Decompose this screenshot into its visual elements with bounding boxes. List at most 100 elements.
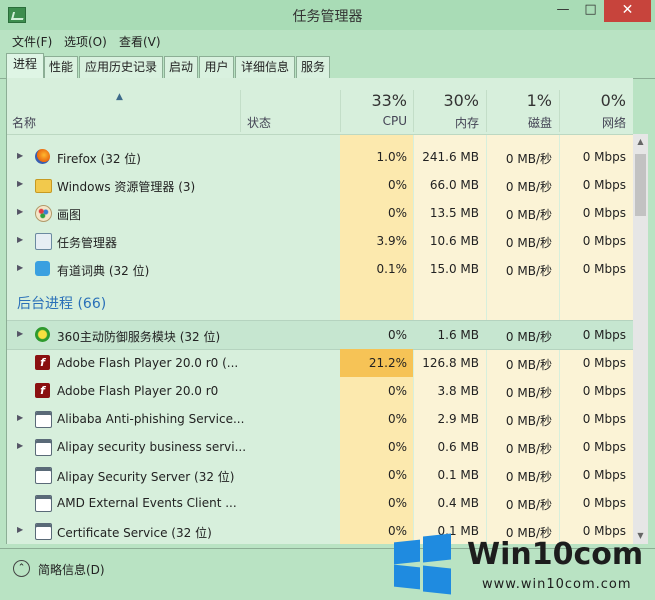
expand-chevron-icon[interactable]: ▶ [17, 441, 23, 450]
process-row[interactable]: ▶ 画图 0% 13.5 MB 0 MB/秒 0 Mbps [7, 199, 633, 227]
network-value: 0 Mbps [582, 356, 626, 370]
process-name: Alipay Security Server (32 位) [57, 470, 235, 484]
memory-value: 15.0 MB [429, 262, 479, 276]
column-status[interactable]: 状态 [247, 114, 271, 131]
title-bar: 任务管理器 — □ ✕ [0, 0, 655, 30]
memory-value: 1.6 MB [437, 328, 479, 342]
network-value: 0 Mbps [582, 206, 626, 220]
column-header: ▲ 名称 状态 33% CPU 30% 内存 1% 磁盘 0% 网络 [7, 78, 633, 135]
flash-icon: f [35, 383, 50, 398]
cpu-value: 0% [387, 468, 407, 482]
process-name: Adobe Flash Player 20.0 r0 (... [57, 356, 239, 370]
memory-value: 241.6 MB [422, 150, 479, 164]
cpu-value: 0% [387, 384, 407, 398]
process-name: Windows 资源管理器 (3) [57, 180, 196, 194]
disk-value: 0 MB/秒 [505, 236, 552, 250]
service-icon [35, 495, 52, 512]
expand-chevron-icon[interactable]: ▶ [17, 207, 23, 216]
process-list: ▲ 名称 状态 33% CPU 30% 内存 1% 磁盘 0% 网络 ▶ Fir… [6, 78, 633, 544]
process-row[interactable]: ▶ 任务管理器 3.9% 10.6 MB 0 MB/秒 0 Mbps [7, 227, 633, 255]
tab-processes[interactable]: 进程 [6, 53, 44, 79]
network-value: 0 Mbps [582, 150, 626, 164]
network-value: 0 Mbps [582, 412, 626, 426]
disk-value: 0 MB/秒 [505, 470, 552, 484]
expand-chevron-icon[interactable]: ▶ [17, 413, 23, 422]
tab-strip: 进程 性能 应用历史记录 启动 用户 详细信息 服务 [0, 52, 655, 79]
column-disk[interactable]: 磁盘 [487, 114, 552, 131]
process-row[interactable]: Alipay Security Server (32 位) 0% 0.1 MB … [7, 461, 633, 489]
column-memory[interactable]: 内存 [415, 114, 479, 131]
cpu-value: 0% [387, 328, 407, 342]
fewer-details-link[interactable]: 简略信息(D) [38, 561, 105, 578]
disk-value: 0 MB/秒 [505, 358, 552, 372]
memory-total-percent: 30% [443, 91, 479, 110]
network-value: 0 Mbps [582, 496, 626, 510]
column-cpu[interactable]: CPU [343, 114, 407, 128]
cpu-value: 0% [387, 206, 407, 220]
service-icon [35, 439, 52, 456]
chevron-up-icon[interactable]: ⌃ [13, 560, 30, 577]
memory-value: 126.8 MB [422, 356, 479, 370]
menu-file[interactable]: 文件(F) [12, 33, 52, 50]
disk-total-percent: 1% [526, 91, 552, 110]
tab-performance[interactable]: 性能 [44, 56, 78, 78]
disk-value: 0 MB/秒 [505, 152, 552, 166]
menu-view[interactable]: 查看(V) [119, 33, 161, 50]
disk-value: 0 MB/秒 [505, 330, 552, 344]
process-name: Alipay security business servi... [57, 440, 247, 454]
vertical-scrollbar[interactable]: ▲ ▼ [633, 134, 648, 544]
network-value: 0 Mbps [582, 440, 626, 454]
watermark-title: Win10com [467, 537, 644, 572]
minimize-button[interactable]: — [549, 0, 577, 22]
memory-value: 3.8 MB [437, 384, 479, 398]
service-icon [35, 411, 52, 428]
process-row[interactable]: f Adobe Flash Player 20.0 r0 0% 3.8 MB 0… [7, 377, 633, 405]
tab-app-history[interactable]: 应用历史记录 [79, 56, 163, 78]
disk-value: 0 MB/秒 [505, 442, 552, 456]
memory-value: 0.1 MB [437, 468, 479, 482]
close-button[interactable]: ✕ [604, 0, 651, 22]
group-header-background: 后台进程 (66) [7, 285, 633, 321]
expand-chevron-icon[interactable]: ▶ [17, 151, 23, 160]
process-row[interactable]: ▶ Firefox (32 位) 1.0% 241.6 MB 0 MB/秒 0 … [7, 143, 633, 171]
flash-icon: f [35, 355, 50, 370]
menu-options[interactable]: 选项(O) [64, 33, 107, 50]
expand-chevron-icon[interactable]: ▶ [17, 329, 23, 338]
process-row[interactable]: f Adobe Flash Player 20.0 r0 (... 21.2% … [7, 349, 633, 377]
scroll-thumb[interactable] [635, 154, 646, 216]
process-row[interactable]: ▶ Alibaba Anti-phishing Service... 0% 2.… [7, 405, 633, 433]
tab-services[interactable]: 服务 [296, 56, 330, 78]
expand-chevron-icon[interactable]: ▶ [17, 179, 23, 188]
maximize-button[interactable]: □ [577, 0, 604, 22]
expand-chevron-icon[interactable]: ▶ [17, 235, 23, 244]
explorer-icon [35, 179, 52, 193]
expand-chevron-icon[interactable]: ▶ [17, 525, 23, 534]
network-value: 0 Mbps [582, 262, 626, 276]
process-name: Adobe Flash Player 20.0 r0 [57, 384, 219, 398]
column-network[interactable]: 网络 [560, 114, 626, 131]
column-name[interactable]: 名称 [12, 114, 36, 131]
process-row[interactable]: ▶ Alipay security business servi... 0% 0… [7, 433, 633, 461]
process-row-selected[interactable]: ▶ 360主动防御服务模块 (32 位) 0% 1.6 MB 0 MB/秒 0 … [7, 320, 633, 350]
windows-logo-watermark [390, 533, 454, 595]
expand-chevron-icon[interactable]: ▶ [17, 263, 23, 272]
process-row[interactable]: AMD External Events Client ... 0% 0.4 MB… [7, 489, 633, 517]
tab-details[interactable]: 详细信息 [235, 56, 295, 78]
process-row[interactable]: ▶ 有道词典 (32 位) 0.1% 15.0 MB 0 MB/秒 0 Mbps [7, 255, 633, 283]
cpu-value: 1.0% [376, 150, 408, 164]
tab-startup[interactable]: 启动 [164, 56, 198, 78]
network-value: 0 Mbps [582, 524, 626, 538]
cpu-value: 0.1% [376, 262, 408, 276]
process-row[interactable]: ▶ Windows 资源管理器 (3) 0% 66.0 MB 0 MB/秒 0 … [7, 171, 633, 199]
network-value: 0 Mbps [582, 234, 626, 248]
group-title: 后台进程 (66) [17, 296, 107, 312]
tab-users[interactable]: 用户 [199, 56, 234, 78]
disk-value: 0 MB/秒 [505, 498, 552, 512]
disk-value: 0 MB/秒 [505, 180, 552, 194]
network-value: 0 Mbps [582, 468, 626, 482]
service-icon [35, 523, 52, 540]
cpu-value: 3.9% [376, 234, 408, 248]
network-value: 0 Mbps [582, 178, 626, 192]
scroll-up-icon[interactable]: ▲ [633, 134, 648, 150]
firefox-icon [35, 149, 50, 164]
